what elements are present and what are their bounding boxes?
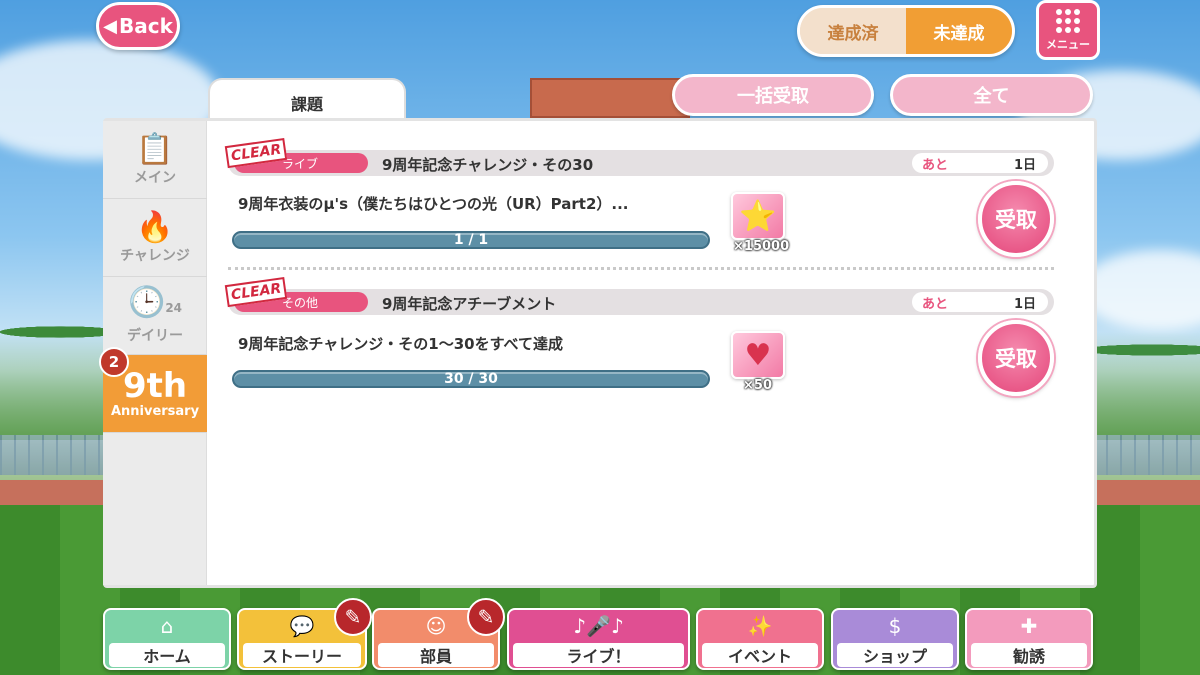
- back-label: Back: [118, 14, 173, 38]
- receive-button[interactable]: 受取: [978, 181, 1054, 257]
- nav-recruit-button[interactable]: ✚ 勧誘: [965, 608, 1093, 670]
- quest-header: ライブ CLEAR 9周年記念チャレンジ・その30 あと 1日: [224, 137, 1054, 176]
- nav-label: 勧誘: [971, 643, 1087, 667]
- alert-brush-icon: ✎: [334, 598, 372, 636]
- nav-label: ショップ: [837, 643, 953, 667]
- menu-button[interactable]: メニュー: [1036, 0, 1100, 60]
- clipboard-check-icon: 📋: [136, 131, 174, 167]
- quest-description: 9周年記念チャレンジ・その1～30をすべて達成: [238, 335, 563, 353]
- achieved-filter-option[interactable]: 達成済: [800, 8, 906, 54]
- flame-icon: 🔥: [136, 209, 174, 245]
- sidebar-item-main[interactable]: 📋 メイン: [103, 121, 207, 199]
- microphone-icon: ♪🎤♪: [573, 614, 624, 638]
- nav-live-button[interactable]: ♪🎤♪ ライブ！: [507, 608, 690, 670]
- dollar-coin-icon: $: [888, 614, 902, 638]
- quest-header: その他 CLEAR 9周年記念アチーブメント あと 1日: [224, 276, 1054, 315]
- filter-all-button[interactable]: 全て: [890, 74, 1093, 116]
- unachieved-filter-option[interactable]: 未達成: [906, 8, 1012, 54]
- chevron-left-icon: ◀: [103, 15, 117, 37]
- anniversary-number: 9th: [122, 366, 188, 406]
- remaining-value: 1日: [1013, 157, 1036, 173]
- achievement-filter-toggle[interactable]: 達成済 未達成: [797, 5, 1015, 57]
- back-button[interactable]: ◀ Back: [96, 2, 180, 50]
- clock-24-icon: 🕒24: [127, 285, 183, 320]
- quest-remaining: あと 1日: [912, 153, 1048, 173]
- nav-label: 部員: [378, 643, 494, 667]
- bulk-receive-button[interactable]: 一括受取: [672, 74, 874, 116]
- quest-remaining: あと 1日: [912, 292, 1048, 312]
- receive-button[interactable]: 受取: [978, 320, 1054, 396]
- background-building: [530, 78, 690, 118]
- reward-quantity: ×15000: [733, 239, 790, 254]
- quest-progress-bar: 1 / 1: [232, 231, 710, 249]
- nav-label: ホーム: [109, 643, 225, 667]
- notification-badge: 2: [99, 347, 129, 377]
- rainbow-star-icon: ⭐: [731, 192, 785, 240]
- sidebar-item-label: メイン: [134, 169, 176, 186]
- nav-label: ストーリー: [243, 643, 361, 667]
- remaining-label: あと: [922, 296, 949, 312]
- quest-progress-bar: 30 / 30: [232, 370, 710, 388]
- quest-divider: [228, 267, 1054, 270]
- nav-label: ライブ！: [513, 643, 684, 667]
- quest-title: 9周年記念チャレンジ・その30: [382, 156, 594, 174]
- sidebar-item-label: チャレンジ: [120, 247, 190, 264]
- alert-brush-icon: ✎: [467, 598, 505, 636]
- grid-dots-icon: [1056, 8, 1080, 33]
- heart-icon: ♥: [731, 331, 785, 379]
- event-sparkle-icon: ✨: [747, 614, 773, 638]
- quest-title: 9周年記念アチーブメント: [382, 295, 557, 313]
- recruit-plus-icon: ✚: [1020, 614, 1038, 638]
- clock-24-text: 24: [165, 301, 183, 315]
- sidebar-item-daily[interactable]: 🕒24 デイリー: [103, 277, 207, 355]
- nav-home-button[interactable]: ⌂ ホーム: [103, 608, 231, 670]
- sidebar-item-challenge[interactable]: 🔥 チャレンジ: [103, 199, 207, 277]
- home-icon: ⌂: [160, 614, 174, 638]
- sidebar-item-label: デイリー: [127, 328, 183, 344]
- reward-quantity: ×50: [743, 378, 772, 393]
- remaining-value: 1日: [1013, 296, 1036, 312]
- quest-description: 9周年衣装のμ's（僕たちはひとつの光（UR）Part2）...: [238, 195, 629, 213]
- menu-label: メニュー: [1046, 37, 1090, 51]
- anniversary-label: Anniversary: [110, 404, 200, 419]
- nav-event-button[interactable]: ✨ イベント: [696, 608, 824, 670]
- nav-label: イベント: [702, 643, 818, 667]
- nav-shop-button[interactable]: $ ショップ: [831, 608, 959, 670]
- remaining-label: あと: [922, 157, 949, 173]
